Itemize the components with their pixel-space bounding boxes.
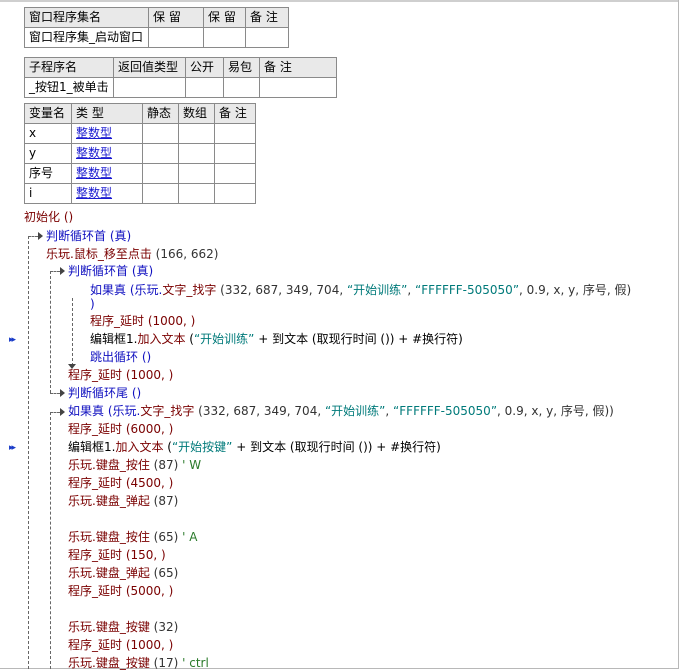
code-line[interactable]: 乐玩.键盘_按键 (32) bbox=[68, 619, 178, 635]
code-text: 初始化 () bbox=[24, 210, 74, 224]
code-text: 跳出循环 () bbox=[90, 350, 152, 364]
code-text: 键盘_按住 bbox=[95, 458, 150, 472]
code-text: 键盘_按键 bbox=[95, 656, 150, 670]
code-text: (32) bbox=[149, 620, 179, 634]
loop1-flow-line bbox=[28, 236, 29, 669]
code-text: ( bbox=[185, 332, 194, 346]
code-line[interactable]: 乐玩.鼠标_移至点击 (166, 662) bbox=[46, 246, 218, 262]
code-line[interactable]: ) bbox=[90, 296, 95, 312]
code-text: 编辑框1. bbox=[90, 332, 138, 346]
code-text: 判断循环尾 () bbox=[68, 386, 142, 400]
code-line[interactable]: 初始化 () bbox=[24, 209, 73, 225]
code-text: 键盘_按键 bbox=[95, 620, 150, 634]
if2-top-connector bbox=[50, 412, 60, 413]
code-text: 键盘_弹起 bbox=[95, 494, 150, 508]
loop2-arrow-icon bbox=[60, 267, 65, 275]
code-text: 程序_延时 (5000, ) bbox=[68, 584, 174, 598]
code-text: (332, 687, 349, 704, bbox=[216, 283, 347, 297]
code-line[interactable]: 判断循环首 (真) bbox=[46, 228, 131, 244]
code-line[interactable]: 判断循环尾 () bbox=[68, 385, 141, 401]
code-line[interactable]: 编辑框1.加入文本 (“开始按键” + 到文本 (取现行时间 ()) + #换行… bbox=[68, 439, 441, 455]
code-text: 程序_延时 (4500, ) bbox=[68, 476, 174, 490]
loop2-bottom-connector bbox=[50, 393, 60, 394]
code-text: (65) bbox=[149, 566, 179, 580]
code-text: 乐玩. bbox=[68, 620, 96, 634]
code-line[interactable]: 乐玩.键盘_弹起 (65) bbox=[68, 565, 178, 581]
code-comment: ' W bbox=[178, 458, 202, 472]
code-string: “FFFFFF-505050” bbox=[393, 404, 498, 418]
code-text: 判断循环首 (真) bbox=[46, 229, 132, 243]
code-text: , bbox=[407, 283, 416, 297]
breakpoint-marker-icon[interactable]: ▸▸ bbox=[9, 443, 16, 453]
code-text: 乐玩. bbox=[68, 530, 96, 544]
code-comment: ' A bbox=[178, 530, 198, 544]
loop2-flow-line bbox=[50, 271, 51, 393]
code-line[interactable]: 判断循环首 (真) bbox=[68, 263, 153, 279]
code-line[interactable]: 程序_延时 (6000, ) bbox=[68, 421, 173, 437]
code-line[interactable]: 乐玩.键盘_按住 (87) ' W bbox=[68, 457, 201, 473]
code-text: 如果真 (乐玩. bbox=[90, 283, 163, 297]
code-text: 加入文本 bbox=[115, 440, 164, 454]
breakpoint-marker-icon[interactable]: ▸▸ bbox=[9, 335, 16, 345]
code-text: 编辑框1. bbox=[68, 440, 116, 454]
loop2-top-connector bbox=[50, 271, 60, 272]
code-line[interactable]: 如果真 (乐玩.文字_找字 (332, 687, 349, 704, “开始训练… bbox=[90, 282, 631, 298]
code-text: (166, 662) bbox=[151, 247, 219, 261]
code-line[interactable]: 程序_延时 (1000, ) bbox=[68, 637, 173, 653]
loop1-top-connector bbox=[28, 236, 38, 237]
if1-flow-line bbox=[72, 298, 73, 366]
code-text: (332, 687, 349, 704, bbox=[194, 404, 325, 418]
code-text: 键盘_弹起 bbox=[95, 566, 150, 580]
code-line[interactable]: 程序_延时 (4500, ) bbox=[68, 475, 173, 491]
code-text: 程序_延时 (150, ) bbox=[68, 548, 166, 562]
code-line[interactable]: 程序_延时 (150, ) bbox=[68, 547, 166, 563]
code-line[interactable]: 乐玩.键盘_弹起 (87) bbox=[68, 493, 178, 509]
code-line[interactable]: 编辑框1.加入文本 (“开始训练” + 到文本 (取现行时间 ()) + #换行… bbox=[90, 331, 463, 347]
code-text: 文字_找字 bbox=[140, 404, 195, 418]
code-text: 加入文本 bbox=[137, 332, 186, 346]
code-line[interactable]: 跳出循环 () bbox=[90, 349, 151, 365]
code-text: 如果真 (乐玩. bbox=[68, 404, 141, 418]
code-text: 键盘_按住 bbox=[95, 530, 150, 544]
code-text: (17) bbox=[149, 656, 179, 670]
code-string: “开始训练” bbox=[324, 404, 386, 418]
code-text: (65) bbox=[149, 530, 179, 544]
code-text: 乐玩. bbox=[68, 494, 96, 508]
code-text: 程序_延时 (6000, ) bbox=[68, 422, 174, 436]
code-text: 乐玩. bbox=[68, 566, 96, 580]
code-line[interactable]: 程序_延时 (1000, ) bbox=[90, 313, 195, 329]
code-text: (87) bbox=[149, 494, 179, 508]
code-string: “开始按键” bbox=[171, 440, 233, 454]
code-comment: ' ctrl bbox=[178, 656, 209, 670]
code-text: 程序_延时 (1000, ) bbox=[68, 368, 174, 382]
code-text: + 到文本 (取现行时间 ()) + #换行符) bbox=[254, 332, 463, 346]
code-line[interactable]: 程序_延时 (5000, ) bbox=[68, 583, 173, 599]
code-text: 程序_延时 (1000, ) bbox=[68, 638, 174, 652]
if2-flow-line bbox=[50, 412, 51, 669]
if2-arrow-icon bbox=[60, 408, 65, 416]
code-text: 程序_延时 (1000, ) bbox=[90, 314, 196, 328]
code-editor[interactable]: ▸▸ ▸▸ 初始化 () 判断循环首 (真) 乐玩.鼠标_移至点击 (166, … bbox=[0, 0, 679, 670]
code-text: 判断循环首 (真) bbox=[68, 264, 154, 278]
loop2-end-arrow-icon bbox=[60, 389, 65, 397]
code-text: , bbox=[385, 404, 394, 418]
code-text: 乐玩. bbox=[68, 656, 96, 670]
code-text: 乐玩. bbox=[46, 247, 74, 261]
code-text: (87) bbox=[149, 458, 179, 472]
code-string: “开始训练” bbox=[346, 283, 408, 297]
code-line[interactable]: 程序_延时 (1000, ) bbox=[68, 367, 173, 383]
loop1-arrow-icon bbox=[38, 232, 43, 240]
code-line[interactable]: 如果真 (乐玩.文字_找字 (332, 687, 349, 704, “开始训练… bbox=[68, 403, 614, 419]
code-text: ) bbox=[90, 297, 95, 311]
code-text: , 0.9, x, y, 序号, 假)) bbox=[497, 404, 614, 418]
code-text: ( bbox=[163, 440, 172, 454]
code-text: + 到文本 (取现行时间 ()) + #换行符) bbox=[232, 440, 441, 454]
code-string: “FFFFFF-505050” bbox=[415, 283, 520, 297]
code-string: “开始训练” bbox=[193, 332, 255, 346]
code-text: 文字_找字 bbox=[162, 283, 217, 297]
code-text: 鼠标_移至点击 bbox=[73, 247, 152, 261]
code-text: 乐玩. bbox=[68, 458, 96, 472]
code-text: , 0.9, x, y, 序号, 假) bbox=[519, 283, 632, 297]
code-line[interactable]: 乐玩.键盘_按住 (65) ' A bbox=[68, 529, 197, 545]
